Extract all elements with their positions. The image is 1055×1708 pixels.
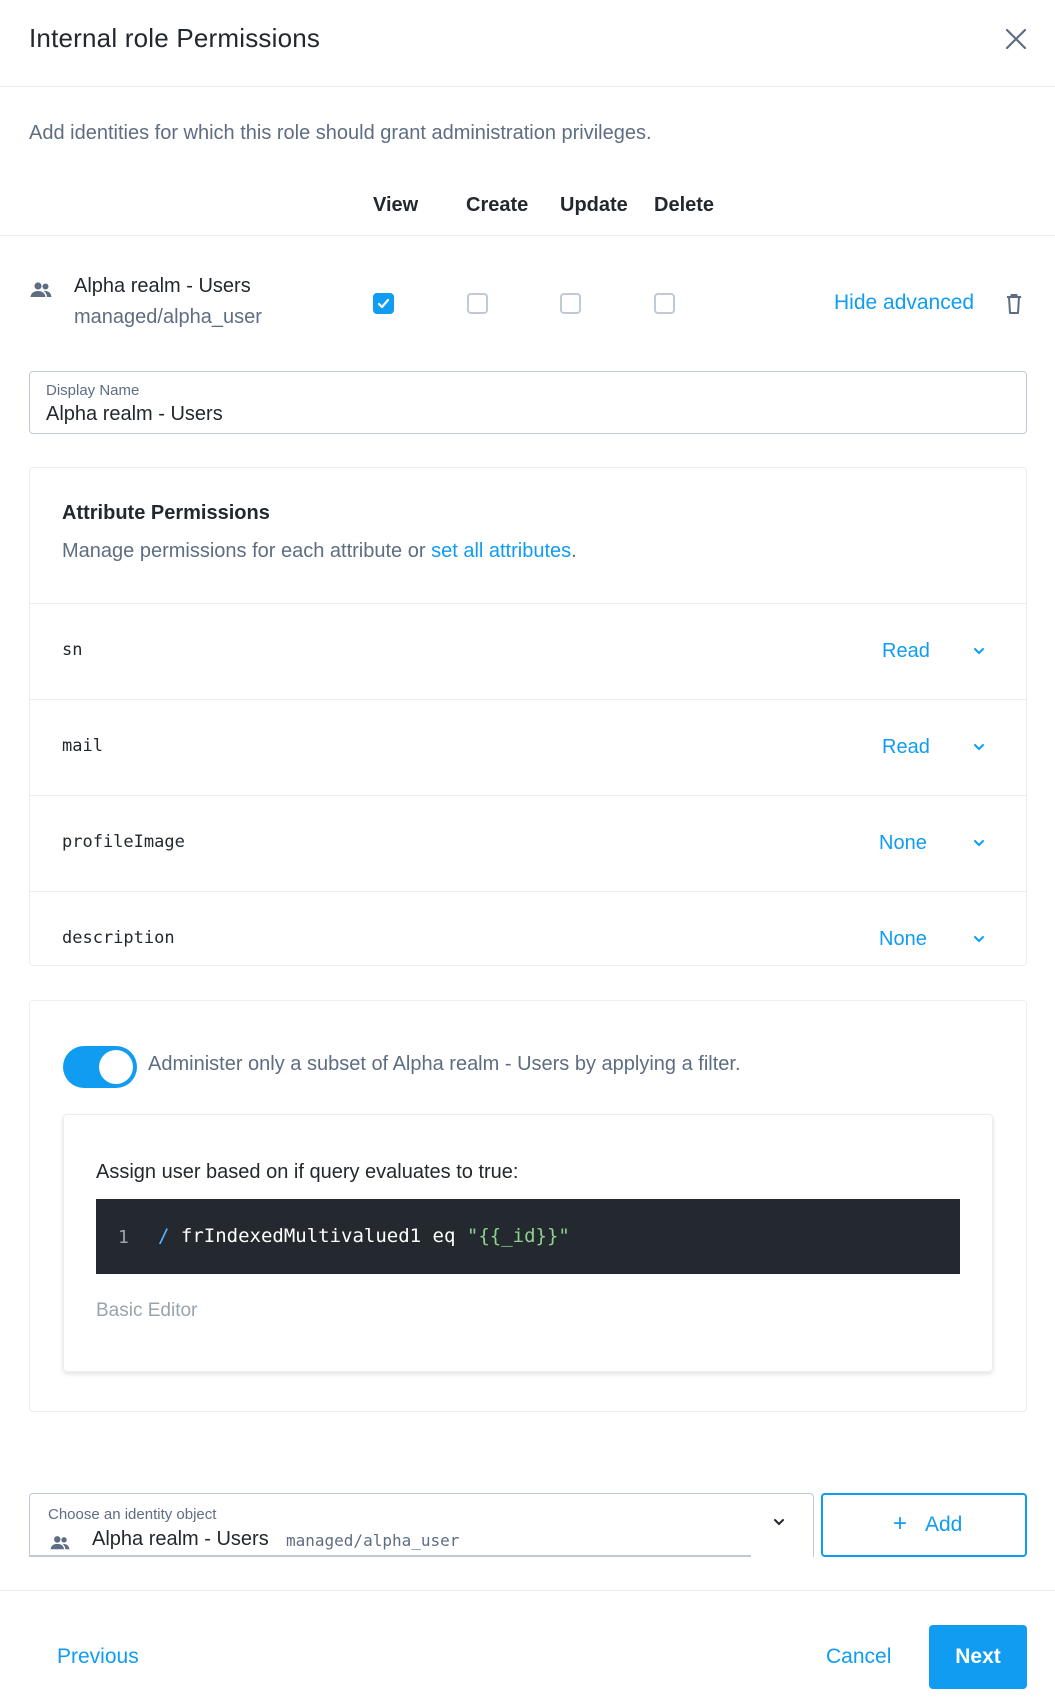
plus-icon: +	[893, 1510, 908, 1537]
trash-icon[interactable]	[1004, 292, 1024, 316]
attribute-permission-select[interactable]: Read	[820, 630, 1000, 672]
toggle-knob	[99, 1050, 133, 1084]
basic-editor-link[interactable]: Basic Editor	[96, 1300, 197, 1322]
code-expression: frIndexedMultivalued1 eq	[169, 1225, 467, 1247]
chevron-down-icon	[974, 840, 984, 847]
divider	[0, 235, 1055, 236]
query-label: Assign user based on if query evaluates …	[96, 1161, 519, 1183]
choose-identity-select[interactable]: Choose an identity object Alpha realm - …	[29, 1493, 814, 1557]
attribute-permission-value: None	[879, 832, 927, 854]
attribute-row: description None	[30, 891, 1026, 966]
chevron-down-icon	[974, 744, 984, 751]
previous-button[interactable]: Previous	[57, 1645, 139, 1669]
filter-label: Administer only a subset of Alpha realm …	[148, 1053, 741, 1075]
add-button-label: Add	[925, 1513, 963, 1536]
filter-toggle[interactable]	[63, 1046, 137, 1088]
display-name-value[interactable]: Alpha realm - Users	[46, 403, 223, 426]
column-header-create: Create	[466, 194, 529, 216]
attribute-permissions-desc: Manage permissions for each attribute or…	[62, 540, 577, 563]
select-underline	[29, 1555, 751, 1557]
add-button[interactable]: + Add	[821, 1493, 1027, 1557]
attribute-name: description	[62, 928, 175, 948]
view-checkbox[interactable]	[373, 293, 394, 314]
cancel-button[interactable]: Cancel	[826, 1645, 891, 1669]
attribute-permissions-title: Attribute Permissions	[62, 502, 270, 524]
display-name-field[interactable]: Display Name Alpha realm - Users	[29, 371, 1027, 434]
modal-title: Internal role Permissions	[29, 23, 321, 53]
code-line-number: 1	[118, 1227, 129, 1248]
attribute-name: sn	[62, 640, 83, 660]
query-code-editor[interactable]: 1 / frIndexedMultivalued1 eq "{{_id}}"	[96, 1199, 960, 1274]
code-text: / frIndexedMultivalued1 eq "{{_id}}"	[158, 1225, 570, 1247]
hide-advanced-link[interactable]: Hide advanced	[834, 291, 974, 315]
desc-prefix: Manage permissions for each attribute or	[62, 540, 432, 562]
query-editor-panel: Assign user based on if query evaluates …	[63, 1114, 993, 1372]
attribute-row: mail Read	[30, 699, 1026, 795]
column-header-delete: Delete	[654, 194, 715, 216]
close-icon[interactable]	[1001, 24, 1031, 54]
code-string: "{{_id}}"	[466, 1225, 570, 1247]
users-icon	[30, 282, 52, 297]
filter-card: Administer only a subset of Alpha realm …	[29, 1000, 1027, 1412]
choose-identity-label: Choose an identity object	[48, 1506, 217, 1523]
intro-text: Add identities for which this role shoul…	[29, 122, 652, 144]
set-all-attributes-link[interactable]: set all attributes	[431, 540, 571, 562]
attribute-row: sn Read	[30, 603, 1026, 699]
attribute-permission-select[interactable]: None	[820, 822, 1000, 864]
attribute-permission-select[interactable]: None	[820, 918, 1000, 960]
update-checkbox[interactable]	[560, 293, 581, 314]
chevron-down-icon	[974, 936, 984, 943]
delete-checkbox[interactable]	[654, 293, 675, 314]
footer-divider	[0, 1590, 1055, 1591]
users-icon	[50, 1536, 70, 1550]
attribute-name: mail	[62, 736, 103, 756]
attribute-name: profileImage	[62, 832, 185, 852]
checkmark-icon	[377, 298, 390, 309]
attribute-row: profileImage None	[30, 795, 1026, 891]
desc-suffix: .	[571, 540, 577, 562]
identity-path: managed/alpha_user	[74, 306, 262, 328]
display-name-label: Display Name	[46, 382, 140, 399]
identity-name: Alpha realm - Users	[74, 275, 251, 297]
attribute-permission-value: Read	[882, 736, 930, 758]
chevron-down-icon	[974, 648, 984, 655]
modal-header: Internal role Permissions	[0, 0, 1055, 87]
attribute-permission-value: None	[879, 928, 927, 950]
attribute-permission-value: Read	[882, 640, 930, 662]
attribute-permissions-card: Attribute Permissions Manage permissions…	[29, 467, 1027, 966]
next-button[interactable]: Next	[929, 1625, 1027, 1689]
create-checkbox[interactable]	[467, 293, 488, 314]
choose-identity-path: managed/alpha_user	[286, 1531, 460, 1550]
code-slash: /	[158, 1225, 170, 1247]
choose-identity-name: Alpha realm - Users	[92, 1528, 269, 1550]
chevron-down-icon[interactable]	[772, 1515, 786, 1529]
column-header-view: View	[373, 194, 419, 216]
attribute-permission-select[interactable]: Read	[820, 726, 1000, 768]
column-header-update: Update	[560, 194, 628, 216]
